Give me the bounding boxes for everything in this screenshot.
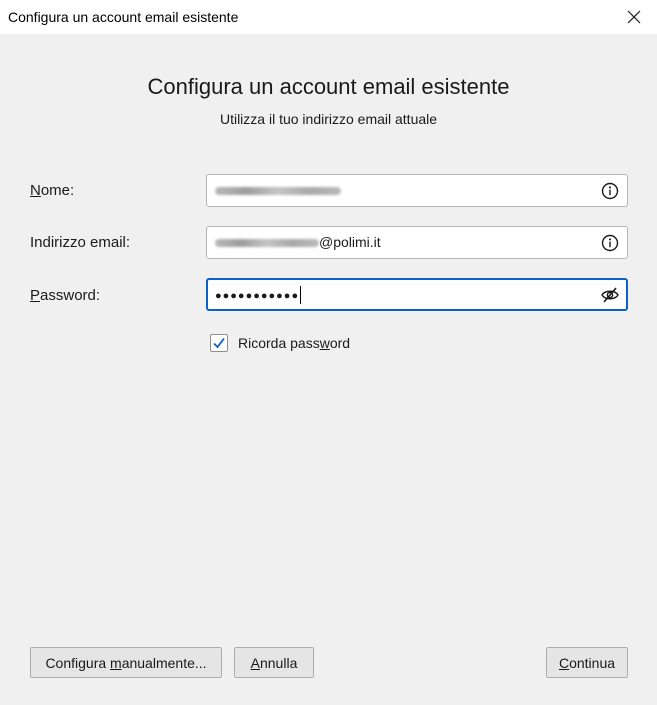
remember-password-label[interactable]: Ricorda password [238,335,350,351]
window-title: Configura un account email esistente [8,9,239,25]
name-field[interactable] [206,174,628,207]
toggle-password-visibility-button[interactable] [599,284,621,306]
email-label: Indirizzo email: [30,234,131,251]
redacted-name [215,187,341,196]
cancel-button[interactable]: Annulla [234,647,314,678]
name-label: Nome: [30,182,75,199]
configure-manually-button[interactable]: Configura m anualmente... [30,647,222,678]
remember-password-checkbox[interactable] [210,334,228,352]
email-field[interactable]: @polimi.it [206,226,628,259]
text-caret [300,286,302,305]
continue-button[interactable]: Continua [546,647,628,678]
page-title: Configura un account email esistente [147,74,510,99]
email-value: @polimi.it [215,234,381,250]
name-value [215,182,341,198]
close-icon [627,10,641,24]
password-value: ●●●●●●●●●●● [215,286,302,305]
checkmark-icon [213,337,225,349]
password-label: Password: [30,287,101,304]
password-field[interactable]: ●●●●●●●●●●● [206,278,628,311]
info-icon [601,182,619,200]
page-subtitle: Utilizza il tuo indirizzo email attuale [219,111,438,127]
email-info-button[interactable] [599,232,621,254]
remember-password-row[interactable]: Ricorda password [210,333,350,353]
name-info-button[interactable] [599,180,621,202]
info-icon [601,234,619,252]
window-titlebar: Configura un account email esistente [0,0,657,34]
close-button[interactable] [611,0,657,34]
redacted-email-user [215,239,319,248]
eye-slash-icon [601,287,619,303]
